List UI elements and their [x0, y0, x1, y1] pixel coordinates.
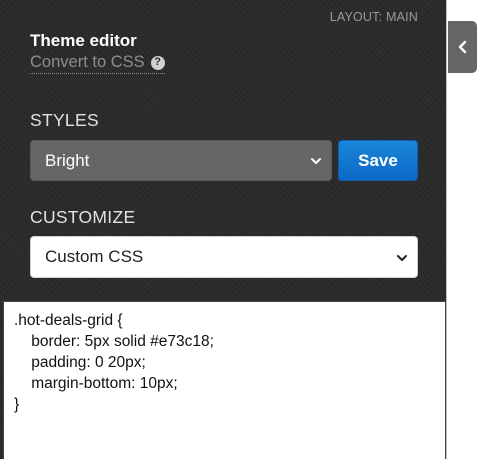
- convert-to-css-link[interactable]: Convert to CSS ?: [30, 53, 165, 74]
- code-line: padding: 0 20px;: [14, 354, 146, 371]
- collapse-panel-button[interactable]: [448, 21, 477, 73]
- help-icon[interactable]: ?: [150, 55, 165, 70]
- customize-label: CUSTOMIZE: [30, 207, 136, 227]
- code-line: .hot-deals-grid {: [14, 312, 123, 329]
- theme-editor-panel: LAYOUT: MAIN Theme editor Convert to CSS…: [0, 0, 447, 459]
- chevron-down-icon: [311, 158, 321, 164]
- custom-css-editor[interactable]: .hot-deals-grid { border: 5px solid #e73…: [3, 301, 446, 459]
- styles-label: STYLES: [30, 110, 99, 130]
- styles-select[interactable]: Bright: [30, 140, 332, 181]
- convert-to-css-label: Convert to CSS: [30, 53, 145, 71]
- chevron-left-icon: [458, 40, 466, 54]
- save-button[interactable]: Save: [338, 140, 418, 181]
- panel-title: Theme editor: [30, 31, 137, 50]
- code-line: }: [14, 396, 20, 413]
- code-line: margin-bottom: 10px;: [14, 375, 178, 392]
- customize-select[interactable]: Custom CSS: [30, 236, 418, 278]
- customize-select-value: Custom CSS: [45, 247, 144, 266]
- code-line: border: 5px solid #e73c18;: [14, 333, 214, 350]
- layout-label: LAYOUT: MAIN: [329, 10, 418, 24]
- chevron-down-icon: [397, 255, 407, 261]
- styles-select-value: Bright: [45, 150, 90, 170]
